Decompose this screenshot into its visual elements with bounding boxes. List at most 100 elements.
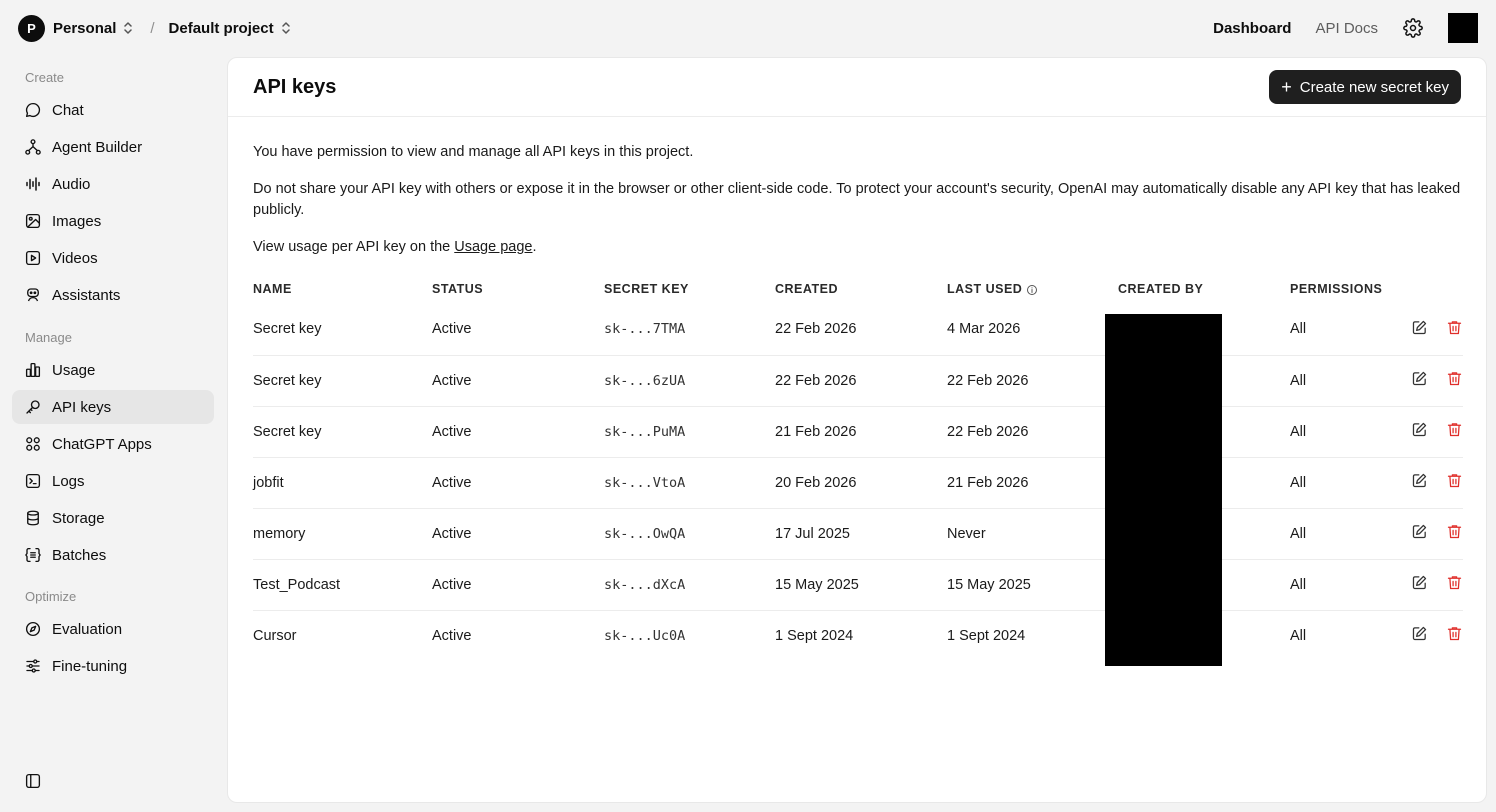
row-actions-group <box>1390 421 1463 442</box>
logs-icon <box>24 472 42 490</box>
delete-trash-icon[interactable] <box>1446 523 1463 544</box>
row-actions <box>1390 405 1463 457</box>
key-name: Secret key <box>253 321 322 338</box>
org-avatar[interactable]: P <box>18 14 45 42</box>
delete-trash-icon[interactable] <box>1446 472 1463 493</box>
key-name: Test_Podcast <box>253 558 432 610</box>
table-row: memory Active sk-...OwQA 17 Jul 2025 Never Al… <box>253 507 1463 559</box>
permission-text: You have permission to view and manage a… <box>253 144 694 160</box>
api-keys-table: NAME STATUS SECRET KEY CREATED LAST USED… <box>253 274 1463 661</box>
sidebar-item-agent-builder[interactable]: Agent Builder <box>12 130 214 164</box>
usage-note-suffix: . <box>532 239 537 255</box>
chevron-up-down-icon <box>122 21 134 35</box>
key-status: Active <box>432 321 472 338</box>
secret-key-value: sk-...VtoA <box>604 456 775 508</box>
key-last-used: 21 Feb 2026 <box>947 456 1118 508</box>
nav-api-docs[interactable]: API Docs <box>1315 20 1378 37</box>
row-actions-group <box>1390 574 1463 595</box>
edit-icon[interactable] <box>1411 472 1428 493</box>
secret-key-value: sk-...dXcA <box>604 558 775 610</box>
sidebar-section-manage: Manage <box>25 330 72 345</box>
breadcrumb-separator: / <box>150 19 155 37</box>
table-row: jobfit Active sk-...VtoA 20 Feb 2026 21 Feb … <box>253 456 1463 508</box>
column-header-status: STATUS <box>432 282 484 296</box>
sidebar-item-audio[interactable]: Audio <box>12 167 214 201</box>
delete-trash-icon[interactable] <box>1446 625 1463 646</box>
row-actions-group <box>1390 625 1463 646</box>
edit-icon[interactable] <box>1411 625 1428 646</box>
column-header-name: NAME <box>253 282 292 296</box>
secret-key-value: sk-...Uc0A <box>604 609 775 661</box>
table-row: Secret key Active sk-...7TMA 22 Feb 2026 4 M… <box>253 304 1463 355</box>
edit-icon[interactable] <box>1411 574 1428 595</box>
sidebar-section-create: Create <box>25 70 65 85</box>
sidebar-item-storage[interactable]: Storage <box>12 501 214 535</box>
row-actions <box>1390 507 1463 559</box>
apps-icon <box>24 435 42 453</box>
table-row: Secret key Active sk-...6zUA 22 Feb 2026 22 … <box>253 354 1463 406</box>
sidebar-item-images[interactable]: Images <box>12 204 214 238</box>
row-actions <box>1390 304 1463 355</box>
sidebar-item-label: Images <box>52 212 102 230</box>
key-last-used: 22 Feb 2026 <box>947 354 1118 406</box>
delete-trash-icon[interactable] <box>1446 319 1463 340</box>
delete-trash-icon[interactable] <box>1446 574 1463 595</box>
sidebar-toggle-icon[interactable] <box>24 772 42 790</box>
usage-page-link[interactable]: Usage page <box>454 239 532 255</box>
sidebar-item-label: Chat <box>52 101 84 119</box>
delete-trash-icon[interactable] <box>1446 370 1463 391</box>
sidebar-item-chatgpt-apps[interactable]: ChatGPT Apps <box>12 427 214 461</box>
key-created: 22 Feb 2026 <box>775 321 857 338</box>
page-title: API keys <box>253 75 337 98</box>
storage-icon <box>24 509 42 527</box>
last-used-label: LAST USED <box>947 282 1023 296</box>
settings-gear-icon[interactable] <box>1402 17 1424 39</box>
row-actions-group <box>1390 523 1463 544</box>
table-row: Secret key Active sk-...PuMA 21 Feb 2026 22 … <box>253 405 1463 457</box>
column-header-secret-key: SECRET KEY <box>604 282 689 296</box>
nav-dashboard[interactable]: Dashboard <box>1213 20 1291 37</box>
key-created: 21 Feb 2026 <box>775 405 947 457</box>
info-icon[interactable] <box>1026 284 1038 296</box>
assistants-icon <box>24 286 42 304</box>
project-switcher[interactable]: Default project <box>169 20 292 37</box>
key-icon <box>24 398 42 416</box>
key-last-used: 15 May 2025 <box>947 558 1118 610</box>
org-switcher[interactable]: Personal <box>53 20 134 37</box>
delete-trash-icon[interactable] <box>1446 421 1463 442</box>
key-name: Secret key <box>253 405 432 457</box>
sidebar-item-batches[interactable]: Batches <box>12 538 214 572</box>
key-created: 1 Sept 2024 <box>775 609 947 661</box>
key-status: Active <box>432 507 604 559</box>
usage-note: View usage per API key on the Usage page… <box>253 237 1461 258</box>
secret-key-value: sk-...6zUA <box>604 354 775 406</box>
sidebar-item-fine-tuning[interactable]: Fine-tuning <box>12 649 214 683</box>
sidebar-item-usage[interactable]: Usage <box>12 353 214 387</box>
edit-icon[interactable] <box>1411 319 1428 340</box>
column-header-actions <box>1390 274 1463 304</box>
row-actions <box>1390 456 1463 508</box>
project-name: Default project <box>168 19 274 37</box>
sidebar-item-videos[interactable]: Videos <box>12 241 214 275</box>
user-avatar[interactable] <box>1448 13 1478 43</box>
key-last-used: 22 Feb 2026 <box>947 405 1118 457</box>
key-status: Active <box>432 558 604 610</box>
sidebar-item-logs[interactable]: Logs <box>12 464 214 498</box>
row-actions <box>1390 354 1463 406</box>
edit-icon[interactable] <box>1411 370 1428 391</box>
create-secret-key-button[interactable]: + Create new secret key <box>1269 70 1461 104</box>
redacted-created-by <box>1105 314 1222 666</box>
row-actions <box>1390 609 1463 661</box>
sidebar-item-api-keys[interactable]: API keys <box>12 390 214 424</box>
sidebar-item-chat[interactable]: Chat <box>12 93 214 127</box>
key-permissions: All <box>1290 558 1390 610</box>
edit-icon[interactable] <box>1411 421 1428 442</box>
key-last-used: 4 Mar 2026 <box>947 321 1021 338</box>
key-created: 22 Feb 2026 <box>775 354 947 406</box>
api-keys-table-body: Secret key Active sk-...7TMA 22 Feb 2026 4 M… <box>253 304 1463 661</box>
sidebar-item-label: Fine-tuning <box>52 657 128 675</box>
evaluation-icon <box>24 620 42 638</box>
sidebar-item-assistants[interactable]: Assistants <box>12 278 214 312</box>
sidebar-item-evaluation[interactable]: Evaluation <box>12 612 214 646</box>
edit-icon[interactable] <box>1411 523 1428 544</box>
